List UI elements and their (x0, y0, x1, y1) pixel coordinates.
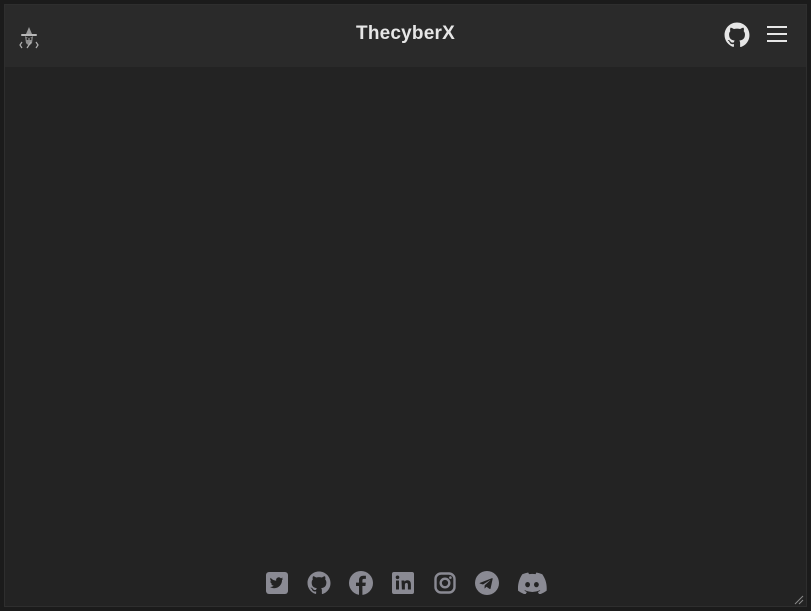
facebook-icon[interactable] (348, 571, 373, 595)
top-navbar: ThecyberX (5, 5, 806, 67)
telegram-icon[interactable] (474, 571, 499, 595)
social-links-footer (5, 569, 806, 597)
discord-icon[interactable] (517, 571, 547, 595)
app-window: ThecyberX (4, 4, 807, 607)
site-title[interactable]: ThecyberX (5, 23, 806, 45)
twitter-icon[interactable] (265, 571, 289, 595)
linkedin-icon[interactable] (391, 571, 415, 595)
github-icon[interactable] (307, 571, 331, 595)
instagram-icon[interactable] (433, 571, 457, 595)
resize-handle-icon[interactable] (792, 592, 804, 605)
hamburger-menu-icon[interactable] (766, 23, 788, 45)
github-icon[interactable] (724, 22, 750, 48)
